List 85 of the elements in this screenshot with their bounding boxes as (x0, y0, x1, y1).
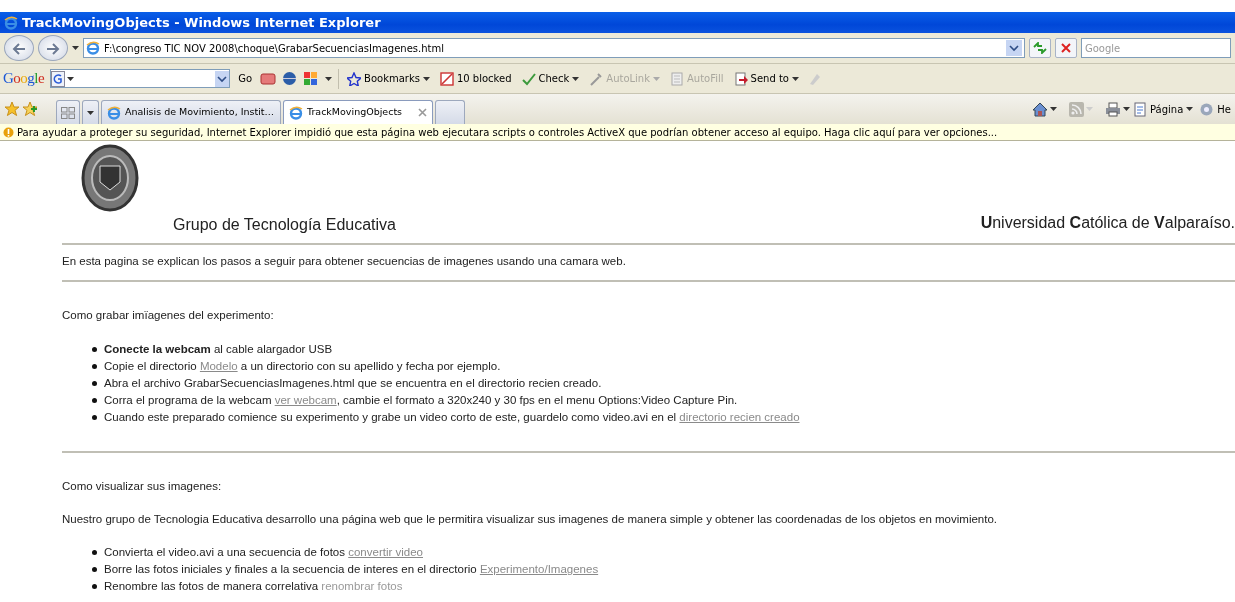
list-bullet (92, 584, 97, 589)
refresh-button[interactable] (1029, 38, 1051, 58)
globe-icon[interactable] (282, 71, 298, 86)
window-title: TrackMovingObjects - Windows Internet Explorer (22, 13, 381, 32)
list-item: Borre las fotos iniciales y finales a la secuencia de interes en el directorio Experimento/Imagenes (104, 562, 599, 577)
page-menu-button[interactable]: Página (1132, 101, 1196, 117)
close-icon[interactable] (418, 108, 427, 117)
paragraph: Nuestro grupo de Tecnologia Educativa desarrollo una página web que le permitira visualizar sus imagenes de manera simple y obtener las coordenadas de los objetos en movimiento. (62, 511, 999, 527)
section-heading: Como grabar imïagenes del experimento: (62, 308, 275, 324)
grid-icon (61, 106, 75, 119)
search-field[interactable]: Google (1081, 38, 1231, 58)
university-name: Universidad Católica de Valparaíso. (980, 213, 1235, 233)
caret-icon (72, 46, 79, 50)
page-icon (86, 41, 100, 55)
page-icon (289, 105, 303, 120)
university-seal-icon (81, 144, 139, 212)
google-logo: Google (3, 69, 45, 89)
intro-text: En esta pagina se explican los pasos a seguir para obtener secuencias de imagenes usando una camara web. (62, 254, 627, 269)
list-bullet (92, 363, 97, 369)
add-favorite-icon[interactable] (22, 101, 38, 117)
caret-icon (1123, 107, 1130, 111)
page-icon (107, 105, 121, 120)
forward-icon (46, 42, 60, 55)
toolbar-button[interactable]: Check (519, 71, 582, 86)
google-icon (51, 70, 66, 87)
link[interactable]: ver webcam (274, 393, 337, 406)
dropdown-icon (215, 70, 230, 87)
tab-list-button[interactable] (82, 100, 99, 124)
list-item: Corra el programa de la webcam ver webcam, cambie el formato a 320x240 y 30 fps en el menu Options:Video Capture Pin. (104, 392, 738, 408)
list-item: Convierta el video.avi a una secuencia de fotos convertir video (104, 545, 423, 560)
popup-blocked-icon (439, 71, 454, 86)
form-icon (670, 71, 684, 86)
go-button[interactable]: Go (236, 71, 255, 86)
address-field[interactable]: F:\congreso TIC NOV 2008\choque\GrabarSecuenciasImagenes.html (83, 38, 1025, 58)
list-bullet (92, 346, 97, 352)
warning-icon (3, 126, 14, 138)
link[interactable]: Modelo (199, 359, 238, 372)
forward-button[interactable] (38, 35, 68, 61)
toolbar-button[interactable]: Send to (731, 71, 801, 86)
caret-icon (653, 76, 660, 81)
browser-icon (4, 15, 18, 30)
favorites-star-icon[interactable] (4, 101, 20, 117)
group-title: Grupo de Tecnología Educativa (173, 215, 397, 235)
refresh-icon (1033, 42, 1047, 54)
page-icon (1134, 101, 1147, 117)
caret-icon (1050, 107, 1057, 111)
send-icon (733, 71, 748, 86)
list-bullet (92, 380, 97, 386)
dropdown-icon (1006, 40, 1022, 56)
settings-icon (1199, 101, 1215, 117)
tools-menu-button[interactable]: He (1197, 101, 1231, 117)
toolbar-button[interactable]: Bookmarks (345, 71, 432, 86)
back-button[interactable] (4, 35, 34, 61)
stop-button[interactable] (1055, 38, 1077, 58)
link[interactable]: convertir video (348, 546, 423, 558)
list-item: Copie el directorio Modelo a un directorio con su apellido y fecha por ejemplo. (104, 358, 501, 374)
list-bullet (92, 550, 97, 555)
spellcheck-icon (521, 71, 536, 86)
print-icon[interactable] (1105, 101, 1121, 117)
caret-icon (67, 76, 75, 81)
caret-icon (325, 76, 333, 81)
bookmark-star-icon (347, 71, 362, 86)
list-bullet (92, 397, 97, 403)
list-item: Abra el archivo GrabarSecuenciasImagenes.html que se encuentra en el directorio recien creado. (104, 375, 602, 391)
section-heading: Como visualizar sus imagenes: (62, 478, 223, 494)
caret-icon (572, 76, 580, 81)
browser-tab[interactable]: TrackMovingObjects (283, 100, 433, 124)
toolbar-button[interactable]: 10 blocked (437, 71, 514, 86)
list-bullet (92, 567, 97, 572)
link[interactable]: directorio recien creado (679, 410, 800, 423)
caret-icon (792, 76, 799, 81)
close-icon (1061, 43, 1071, 53)
caret-icon (422, 76, 430, 81)
link[interactable]: Experimento/Imagenes (479, 563, 599, 575)
list-item: Renombre las fotos de manera correlativa renombrar fotos (104, 579, 403, 594)
home-icon[interactable] (1032, 101, 1048, 117)
list-bullet (92, 414, 97, 420)
search-field[interactable] (50, 69, 231, 88)
list-item: Conecte la webcam al cable alargador USB (104, 341, 333, 357)
list-item: Cuando este preparado comience su experimento y grabe un video corto de este, guardelo como video.avi en el directorio recien creado (104, 409, 800, 425)
caret-icon (1186, 107, 1194, 111)
browser-tab[interactable]: Analisis de Movimiento, Instit… (101, 100, 281, 124)
caret-icon (87, 110, 94, 115)
back-icon (12, 42, 26, 55)
new-tab-button[interactable] (435, 100, 465, 124)
